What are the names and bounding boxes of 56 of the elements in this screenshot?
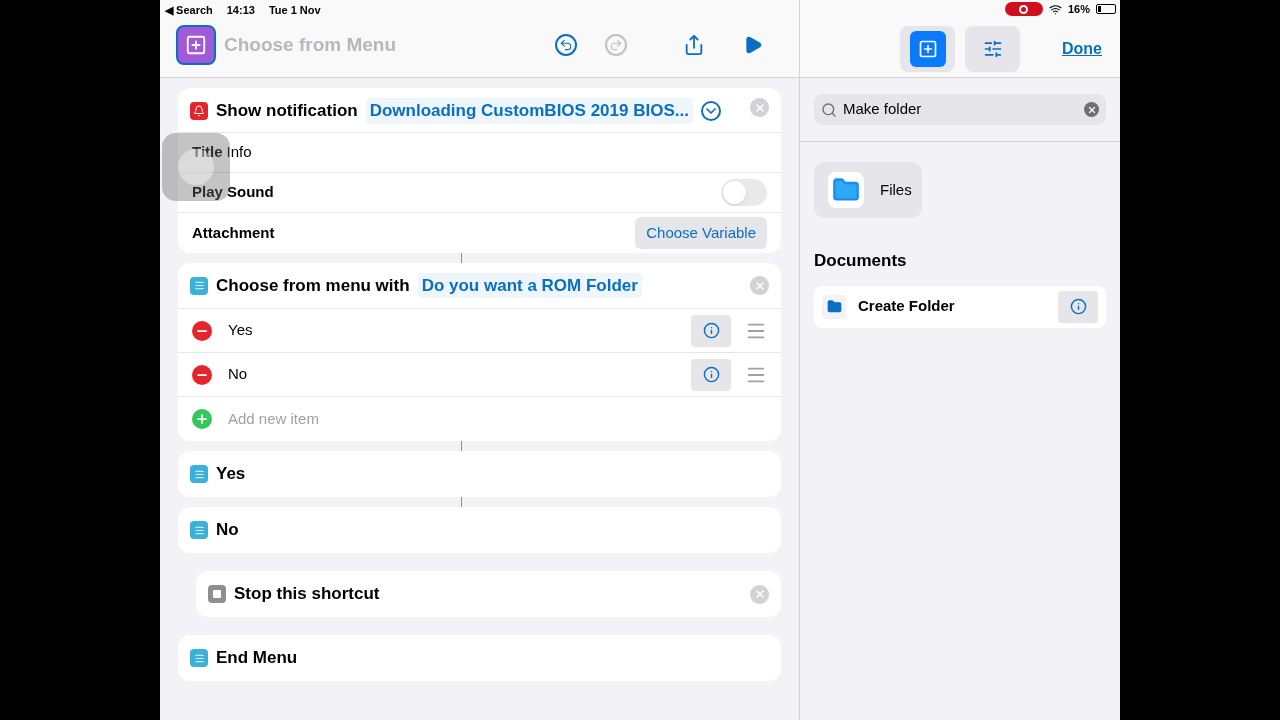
action-title: No <box>216 519 239 542</box>
settings-tab[interactable] <box>965 26 1020 72</box>
info-button[interactable] <box>691 314 731 347</box>
status-date: Tue 1 Nov <box>268 3 321 18</box>
param-label: Play Sound <box>192 182 274 203</box>
play-icon[interactable] <box>743 35 763 55</box>
choose-variable-button[interactable]: Choose Variable <box>635 217 767 249</box>
status-time: 14:13 <box>226 3 255 18</box>
section-heading: Documents <box>814 250 908 272</box>
sliders-icon <box>982 39 1003 59</box>
action-title: End Menu <box>216 647 298 670</box>
search-value: Make folder <box>843 99 922 120</box>
remove-icon[interactable] <box>192 320 212 341</box>
menu-icon <box>190 276 208 295</box>
wifi-icon <box>1048 2 1062 16</box>
info-icon <box>702 322 720 339</box>
action-title: Yes <box>216 463 246 486</box>
back-link[interactable]: ◀ Search <box>165 2 213 18</box>
toggle-switch[interactable] <box>721 179 767 206</box>
token-text[interactable]: Do you want a ROM Folder <box>417 272 642 299</box>
battery-icon <box>1096 4 1116 14</box>
menu-item-text[interactable]: No <box>228 363 248 386</box>
search-icon <box>821 101 837 118</box>
info-button[interactable] <box>1058 290 1098 323</box>
done-button[interactable]: Done <box>1062 37 1102 61</box>
search-field[interactable]: Make folder <box>814 94 1106 125</box>
result-title: Create Folder <box>858 296 955 317</box>
undo-icon[interactable] <box>555 34 577 56</box>
param-label: Title <box>192 142 223 163</box>
stop-icon <box>208 585 226 603</box>
menu-icon <box>190 649 208 667</box>
bell-icon <box>190 102 208 120</box>
add-action-icon <box>917 39 938 59</box>
app-icon[interactable] <box>176 25 216 65</box>
actions-tab[interactable] <box>900 26 955 72</box>
info-button[interactable] <box>691 358 731 391</box>
clear-icon[interactable] <box>1084 102 1099 117</box>
info-icon <box>702 366 720 383</box>
action-title: Show notification <box>216 100 358 122</box>
action-title: Choose from menu with <box>216 274 410 297</box>
action-title: Stop this shortcut <box>234 583 380 606</box>
share-icon[interactable] <box>683 34 705 56</box>
folder-icon <box>826 299 842 314</box>
token-text[interactable]: Downloading CustomBIOS 2019 BIOS... <box>365 98 693 124</box>
menu-icon <box>190 521 208 539</box>
remove-icon[interactable] <box>192 364 212 385</box>
menu-icon <box>190 465 208 483</box>
app-filter-button[interactable]: Files <box>814 162 922 218</box>
folder-icon <box>832 176 860 204</box>
param-label: Attachment <box>192 222 275 243</box>
expand-icon[interactable] <box>700 101 721 121</box>
action-result[interactable]: Create Folder <box>814 285 1106 328</box>
info-icon <box>1069 298 1087 315</box>
menu-item-text[interactable]: Yes <box>228 319 253 342</box>
param-value[interactable]: Info <box>226 141 252 164</box>
battery-percent: 16% <box>1067 1 1090 17</box>
